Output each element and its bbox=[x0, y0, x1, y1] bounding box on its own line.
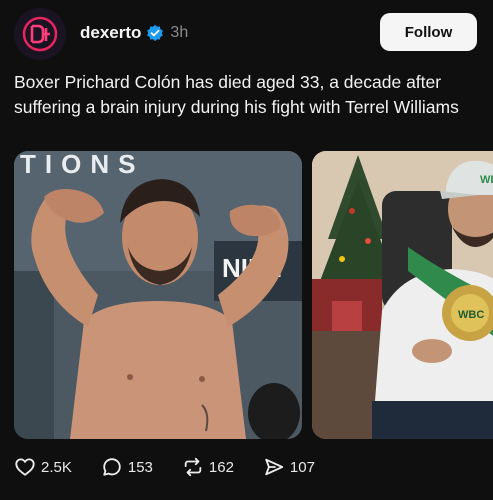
post-header: dexerto 3h Follow bbox=[14, 8, 477, 60]
name-row: dexerto 3h bbox=[80, 22, 188, 44]
post-time: 3h bbox=[170, 24, 189, 41]
cap-text: WBC bbox=[480, 174, 493, 186]
comment-icon bbox=[103, 458, 121, 476]
follow-button[interactable]: Follow bbox=[380, 13, 477, 51]
username[interactable]: dexerto bbox=[80, 23, 141, 43]
like-button[interactable]: 2.5K bbox=[14, 456, 72, 478]
repost-button[interactable]: 162 bbox=[182, 456, 234, 478]
post-text: Boxer Prichard Colón has died aged 33, a… bbox=[14, 72, 459, 117]
backdrop-text: TIONS bbox=[20, 151, 144, 179]
send-icon bbox=[265, 458, 284, 476]
verified-badge-icon bbox=[146, 24, 164, 42]
post-image-wbc-belt[interactable]: WBC WBC bbox=[312, 151, 493, 439]
heart-icon bbox=[15, 458, 35, 476]
like-count: 2.5K bbox=[41, 458, 72, 476]
post-image-boxer-weigh-in[interactable]: TIONS NIEL bbox=[14, 151, 302, 439]
avatar[interactable] bbox=[14, 8, 66, 60]
comment-button[interactable]: 153 bbox=[101, 456, 153, 478]
action-bar: 2.5K 153 162 107 bbox=[14, 456, 344, 478]
belt-text: WBC bbox=[458, 309, 484, 321]
share-button[interactable]: 107 bbox=[263, 456, 315, 478]
repost-icon bbox=[184, 457, 202, 477]
post-card: dexerto 3h Follow Boxer Prichard Colón h… bbox=[0, 0, 493, 500]
dexerto-logo-icon bbox=[14, 8, 66, 60]
comment-count: 153 bbox=[127, 458, 153, 476]
share-count: 107 bbox=[289, 458, 315, 476]
media-carousel[interactable]: TIONS NIEL bbox=[14, 151, 493, 439]
repost-count: 162 bbox=[208, 458, 234, 476]
